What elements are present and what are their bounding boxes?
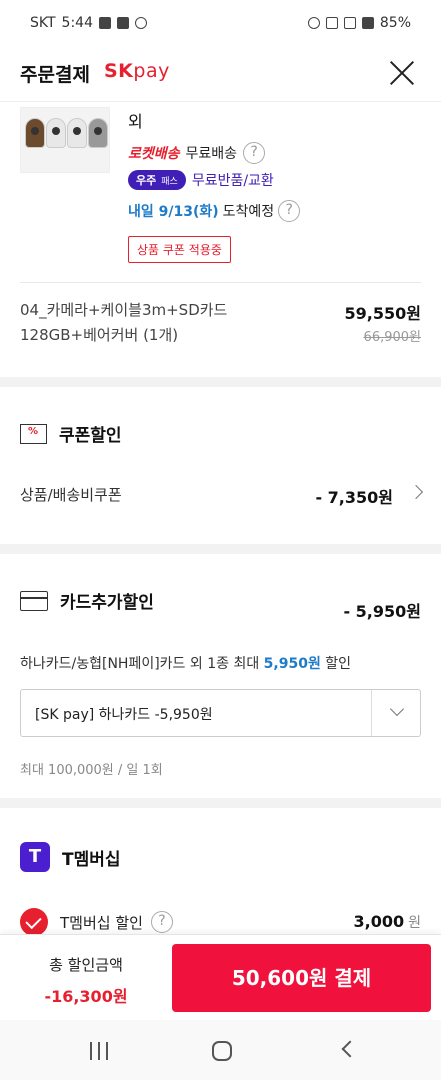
page-title: 주문결제 — [20, 64, 90, 86]
card-discount-value: - 5,950원 — [343, 602, 421, 621]
tmembership-icon: T — [20, 842, 50, 872]
coupon-icon — [20, 423, 47, 444]
checkout-bar: 총 할인금액 -16,300원 50,600원 결제 — [0, 934, 441, 1020]
coupon-title: 쿠폰할인 — [59, 426, 122, 446]
return-row: 우주 패스 무료반품/교환 — [128, 170, 274, 190]
section-gap — [0, 544, 441, 554]
coupon-applied-tag: 상품 쿠폰 적용중 — [128, 236, 231, 263]
status-bar: SKT 5:44 85% — [0, 0, 441, 46]
more-items-label: 외 — [128, 112, 143, 131]
check-icon[interactable] — [20, 908, 48, 934]
card-header: 카드추가할인 — [20, 588, 154, 613]
tmembership-header: T T멤버십 — [20, 842, 121, 872]
camera-image — [46, 118, 66, 148]
logo-pay: pay — [133, 60, 170, 82]
help-icon[interactable]: ? — [278, 200, 301, 222]
scroll-content[interactable]: 외 로켓배송 무료배송 ? 우주 패스 무료반품/교환 내일 9/13(화) 도착… — [0, 102, 441, 934]
help-icon[interactable]: ? — [243, 142, 266, 164]
free-shipping-label: 무료배송 — [185, 146, 238, 162]
youtube-icon — [117, 17, 129, 29]
card-desc-text: 하나카드/농협[NH페이]카드 외 1종 최대 — [20, 656, 264, 672]
page-header: 주문결제 SKpay — [0, 46, 441, 102]
shipping-row: 로켓배송 무료배송 ? — [128, 142, 266, 164]
coupon-row[interactable]: 상품/배송비쿠폰 - 7,350원 — [20, 484, 424, 507]
help-icon[interactable]: ? — [150, 911, 173, 933]
select-divider — [371, 690, 372, 736]
close-icon[interactable] — [387, 58, 417, 88]
card-description: 하나카드/농협[NH페이]카드 외 1종 최대 5,950원 할인 — [20, 653, 351, 673]
card-title: 카드추가할인 — [60, 593, 154, 613]
original-price: 66,900원 — [363, 330, 421, 345]
signal-icon — [361, 17, 374, 29]
card-limit-note: 최대 100,000원 / 일 1회 — [20, 763, 163, 778]
chevron-right-icon — [408, 484, 424, 500]
coupon-header: 쿠폰할인 — [20, 421, 122, 446]
camera-cat-image — [88, 118, 108, 148]
won-unit: 원 — [408, 915, 421, 931]
total-discount-label: 총 할인금액 — [49, 956, 123, 974]
arrival-row: 내일 9/13(화) 도착예정 ? — [128, 200, 301, 222]
clock: 5:44 — [61, 15, 93, 31]
camera-image — [67, 118, 87, 148]
network-5g-icon — [343, 17, 356, 29]
arrival-date: 내일 9/13(화) — [128, 204, 219, 220]
card-icon — [20, 590, 48, 611]
back-icon[interactable] — [341, 1040, 359, 1058]
tmembership-value: 3,000 — [353, 912, 405, 931]
arrival-suffix: 도착예정 — [222, 204, 275, 220]
card-select-value: [SK pay] 하나카드 -5,950원 — [35, 707, 213, 723]
rocket-delivery-badge: 로켓배송 — [128, 146, 180, 162]
logo-sk: SK — [104, 60, 134, 82]
chevron-down-icon[interactable] — [389, 701, 405, 717]
product-summary: 외 로켓배송 무료배송 ? 우주 패스 무료반품/교환 내일 9/13(화) 도착… — [0, 102, 441, 377]
pay-button[interactable]: 50,600원 결제 — [172, 944, 431, 1012]
system-nav-bar — [0, 1020, 441, 1080]
product-thumbnail — [20, 107, 110, 173]
coupon-discount-value: - 7,350원 — [315, 488, 393, 507]
woju-pass-badge: 우주 패스 — [128, 170, 186, 190]
card-select[interactable]: [SK pay] 하나카드 -5,950원 — [20, 689, 421, 737]
camera-bear-image — [25, 118, 45, 148]
product-price: 59,550원 — [344, 304, 421, 323]
card-desc-highlight: 5,950원 — [263, 656, 321, 672]
woju-small-label: 패스 — [161, 176, 178, 187]
skpay-logo: SKpay — [104, 60, 170, 82]
coupon-section: 쿠폰할인 상품/배송비쿠폰 - 7,350원 — [0, 387, 441, 544]
recent-apps-icon[interactable] — [90, 1042, 108, 1060]
mute-icon — [325, 17, 338, 29]
total-discount-value: -16,300원 — [44, 987, 128, 1006]
tmembership-discount: 3,000 원 — [354, 912, 422, 932]
gallery-icon — [99, 17, 111, 29]
card-discount-section: 카드추가할인 - 5,950원 하나카드/농협[NH페이]카드 외 1종 최대 … — [0, 554, 441, 798]
coupon-row-label: 상품/배송비쿠폰 — [20, 486, 122, 504]
free-return-label: 무료반품/교환 — [191, 173, 274, 189]
divider — [20, 282, 421, 283]
tmembership-section: T T멤버십 T멤버십 할인 ? 3,000 원 — [0, 808, 441, 934]
tmembership-row-label: T멤버십 할인 — [60, 913, 143, 932]
section-gap — [0, 798, 441, 808]
instagram-icon — [135, 17, 147, 29]
tmembership-title: T멤버십 — [62, 849, 121, 870]
battery-level: 85% — [379, 15, 411, 31]
woju-label: 우주 — [136, 174, 157, 187]
carrier-label: SKT — [30, 15, 56, 31]
product-option: 04_카메라+케이블3m+SD카드128GB+베어커버 (1개) — [20, 301, 228, 344]
home-icon[interactable] — [212, 1041, 232, 1061]
alarm-icon — [307, 17, 320, 29]
section-gap — [0, 377, 441, 387]
card-desc-suffix: 할인 — [320, 656, 352, 672]
